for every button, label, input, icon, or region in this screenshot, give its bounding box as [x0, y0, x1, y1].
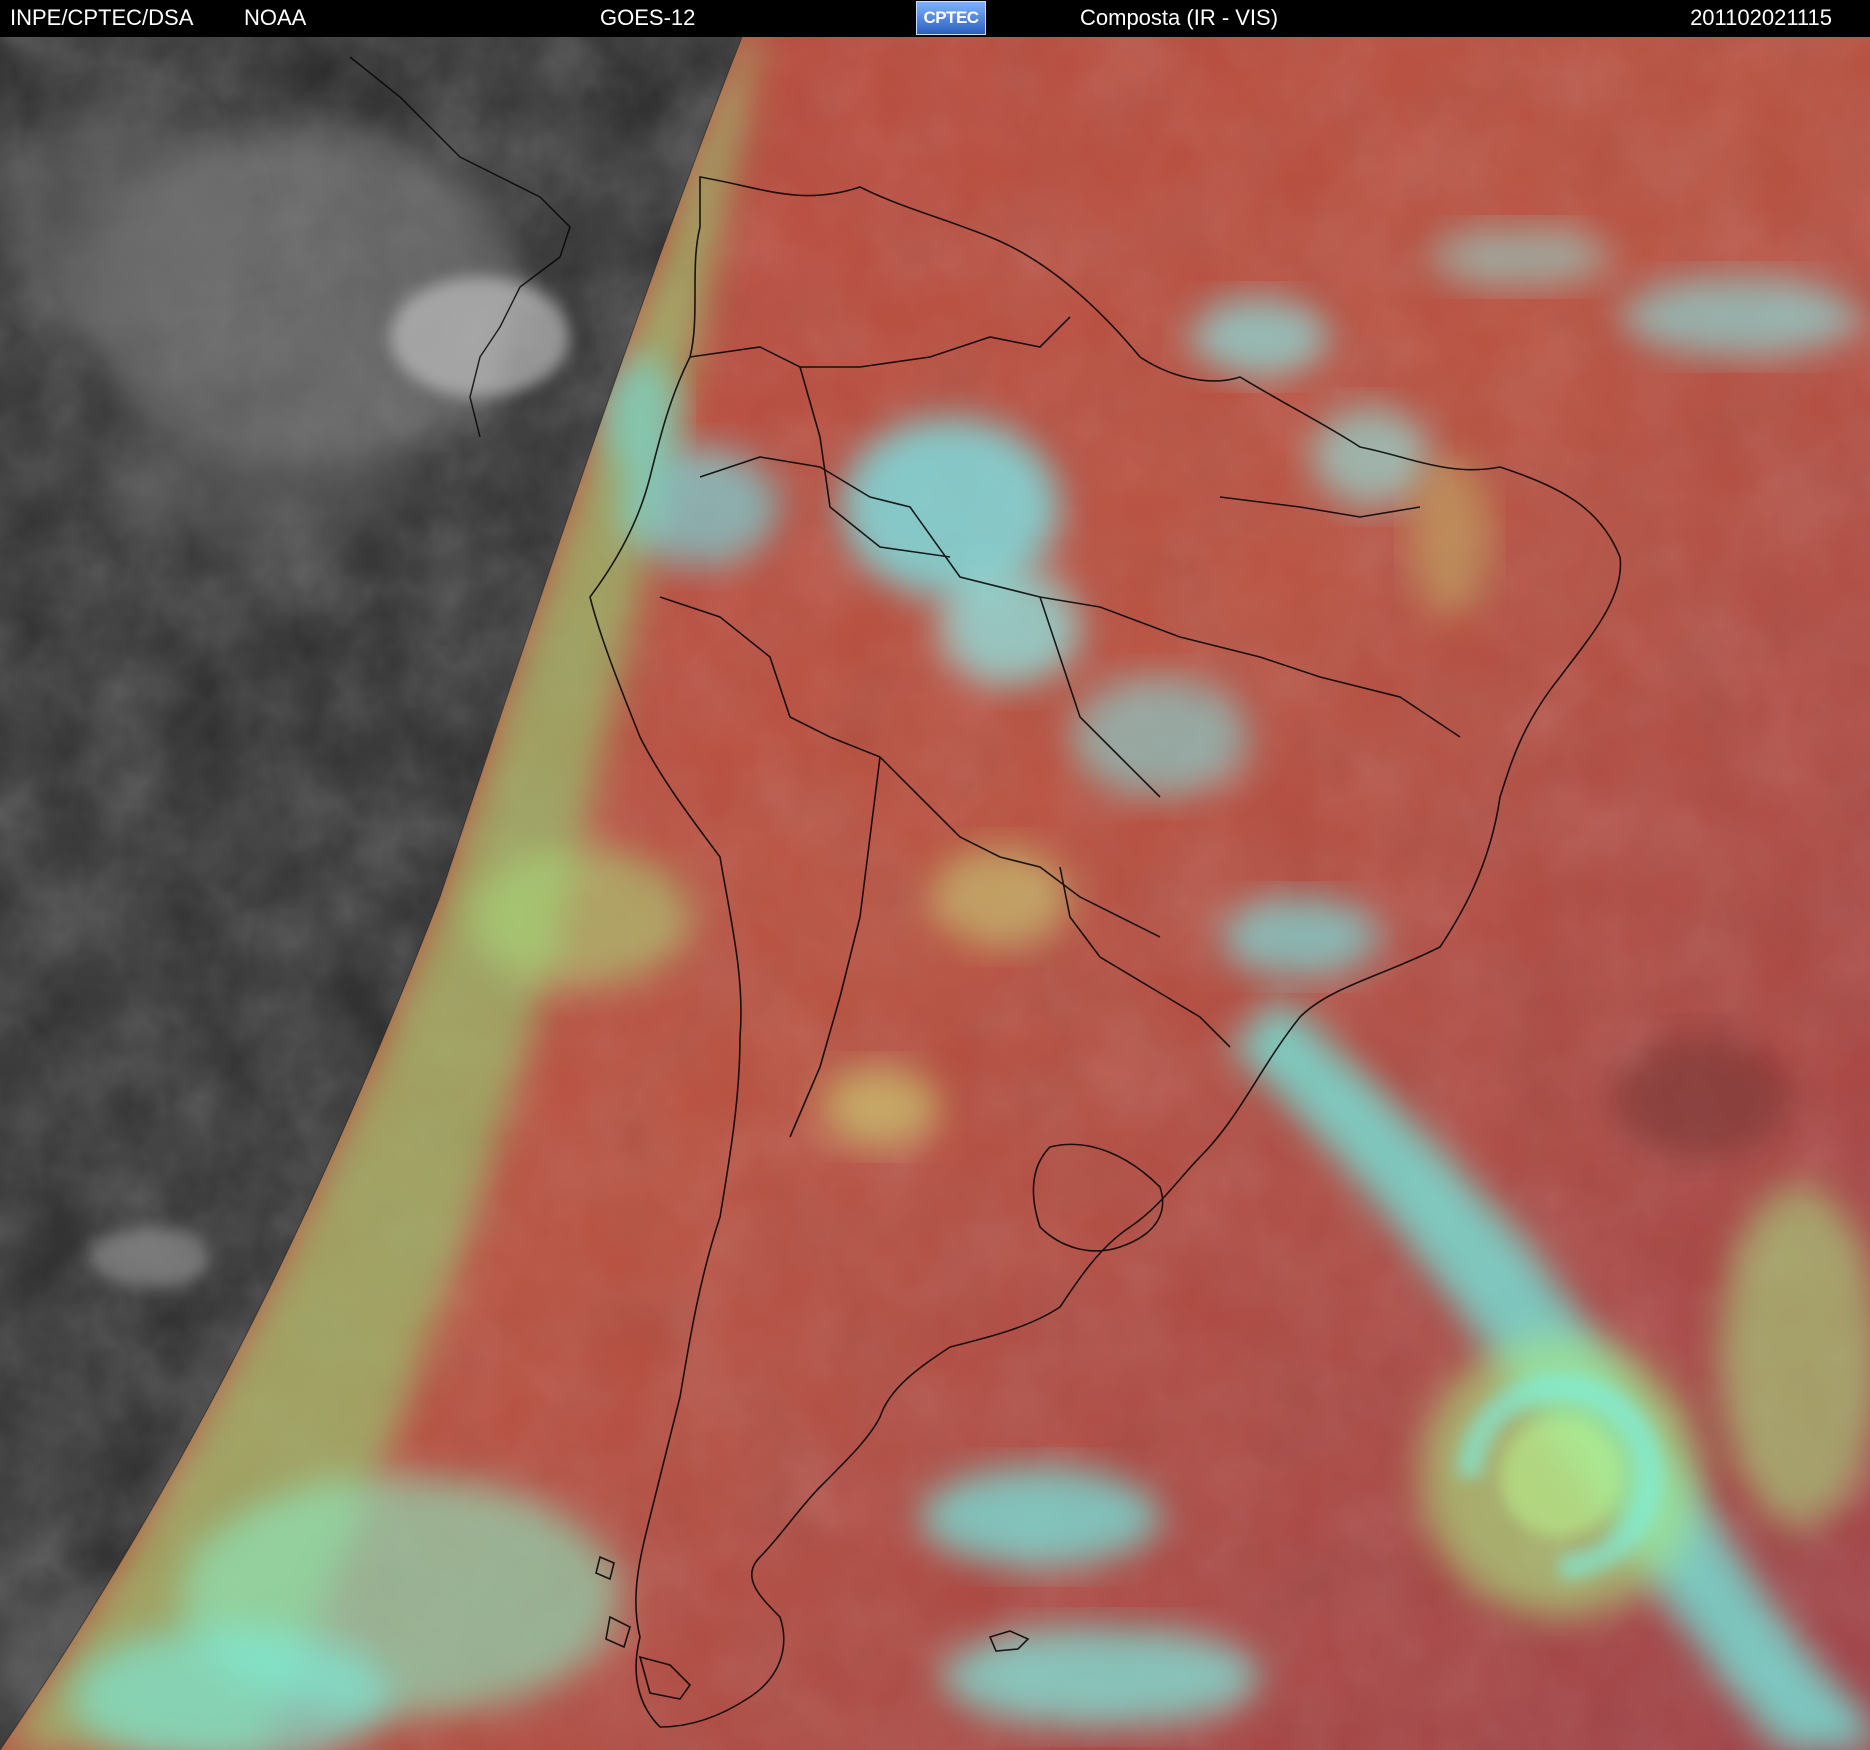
- timestamp-label: 201102021115: [1690, 5, 1832, 30]
- product-label: Composta (IR - VIS): [1080, 5, 1279, 30]
- image-header: INPE/CPTEC/DSA NOAA GOES-12 CPTEC Compos…: [0, 0, 1870, 37]
- satellite-composite-svg: [0, 37, 1870, 1750]
- agency-label: NOAA: [244, 5, 307, 30]
- satellite-label: GOES-12: [600, 5, 696, 30]
- satellite-image: [0, 37, 1870, 1750]
- source-org-label: INPE/CPTEC/DSA: [10, 5, 194, 30]
- cptec-logo: CPTEC: [916, 1, 986, 35]
